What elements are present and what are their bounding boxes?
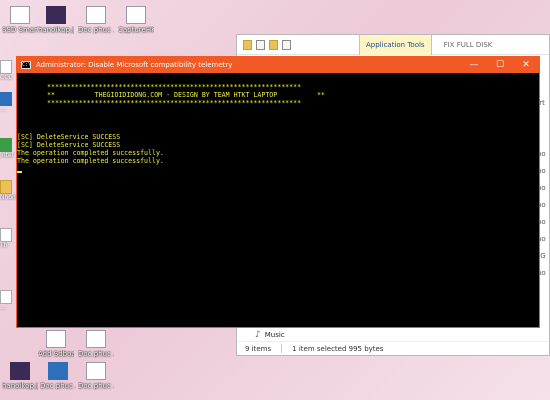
folder-icon bbox=[0, 180, 12, 194]
desktop-icon[interactable]: Th bbox=[0, 228, 14, 249]
ssd-app-icon bbox=[10, 6, 30, 24]
desktop-icon[interactable]: Doc phuc ... bbox=[40, 362, 76, 390]
desktop-icon[interactable]: SSD Smart Grabber bbox=[2, 6, 38, 34]
console-output[interactable]: ****************************************… bbox=[17, 73, 539, 327]
banner: ****************************************… bbox=[47, 83, 325, 107]
window-title: Administrator: Disable Microsoft compati… bbox=[36, 61, 233, 69]
banner-text: ** THEGIOIDIDONG.COM - DESIGN BY TEAM HT… bbox=[47, 91, 325, 99]
text-cursor bbox=[17, 171, 22, 173]
document-icon bbox=[0, 228, 12, 242]
console-window[interactable]: C:\ Administrator: Disable Microsoft com… bbox=[16, 56, 540, 328]
banner-border: ****************************************… bbox=[47, 99, 302, 107]
desktop-icon[interactable]: Doc phuc ... bbox=[78, 330, 114, 358]
minimize-button[interactable]: — bbox=[461, 57, 487, 73]
status-bar: 9 items 1 item selected 995 bytes bbox=[237, 341, 549, 355]
image-file-icon bbox=[46, 6, 66, 24]
app-icon bbox=[0, 60, 12, 74]
maximize-button[interactable]: ☐ bbox=[487, 57, 513, 73]
explorer-titlebar[interactable]: Application Tools FIX FULL DISK bbox=[237, 34, 549, 55]
output-line: [SC] DeleteService SUCCESS bbox=[17, 133, 121, 141]
app-icon bbox=[46, 330, 66, 348]
output-line: The operation completed successfully. bbox=[17, 149, 164, 157]
image-file-icon bbox=[10, 362, 30, 380]
desktop-icon[interactable]: ... bbox=[0, 92, 14, 113]
properties-icon[interactable] bbox=[256, 39, 265, 50]
close-button[interactable]: ✕ bbox=[513, 57, 539, 73]
item-count: 9 items bbox=[245, 344, 272, 353]
document-icon bbox=[86, 330, 106, 348]
tab-application-tools[interactable]: Application Tools bbox=[359, 34, 432, 55]
desktop-icon[interactable]: Doc phuc ... bbox=[78, 362, 114, 390]
desktop-icon[interactable]: Add Sdboard... bbox=[38, 330, 74, 358]
document-icon bbox=[86, 6, 106, 24]
nav-item-music[interactable]: ♪ Music bbox=[255, 330, 285, 340]
desktop-icon[interactable]: hanoikop.jpg bbox=[38, 6, 74, 34]
folder-icon[interactable] bbox=[243, 39, 252, 50]
desktop-icon[interactable]: CCC bbox=[0, 60, 14, 81]
capture-file-icon bbox=[126, 6, 146, 24]
app-icon bbox=[0, 138, 12, 152]
document-icon bbox=[0, 290, 12, 304]
music-icon: ♪ bbox=[255, 330, 261, 340]
desktop-icon[interactable]: Intel bbox=[0, 138, 14, 159]
explorer-title: FIX FULL DISK bbox=[443, 40, 493, 49]
desktop-icon[interactable]: ... bbox=[0, 290, 14, 311]
scrollbar[interactable] bbox=[531, 73, 539, 327]
desktop-icon[interactable]: Nhom bbox=[0, 180, 18, 201]
new-folder-icon[interactable] bbox=[269, 39, 278, 50]
output-line: The operation completed successfully. bbox=[17, 157, 164, 165]
output-line: [SC] DeleteService SUCCESS bbox=[17, 141, 121, 149]
document-icon bbox=[48, 362, 68, 380]
cmd-icon: C:\ bbox=[21, 61, 32, 69]
desktop-icon[interactable]: hanoikop.jpg bbox=[2, 362, 38, 390]
desktop-icon[interactable]: Doc phuc ... bbox=[78, 6, 114, 34]
desktop-icon[interactable]: CaptureHKS bbox=[118, 6, 154, 34]
app-icon bbox=[0, 92, 12, 106]
divider bbox=[281, 344, 283, 353]
document-icon bbox=[86, 362, 106, 380]
console-titlebar[interactable]: C:\ Administrator: Disable Microsoft com… bbox=[17, 57, 539, 73]
banner-border: ****************************************… bbox=[47, 83, 302, 91]
chevron-down-icon[interactable] bbox=[282, 39, 291, 50]
output-lines: [SC] DeleteService SUCCESS [SC] DeleteSer… bbox=[17, 133, 164, 173]
selection-info: 1 item selected 995 bytes bbox=[292, 344, 384, 353]
nav-item-label: Music bbox=[264, 331, 285, 339]
